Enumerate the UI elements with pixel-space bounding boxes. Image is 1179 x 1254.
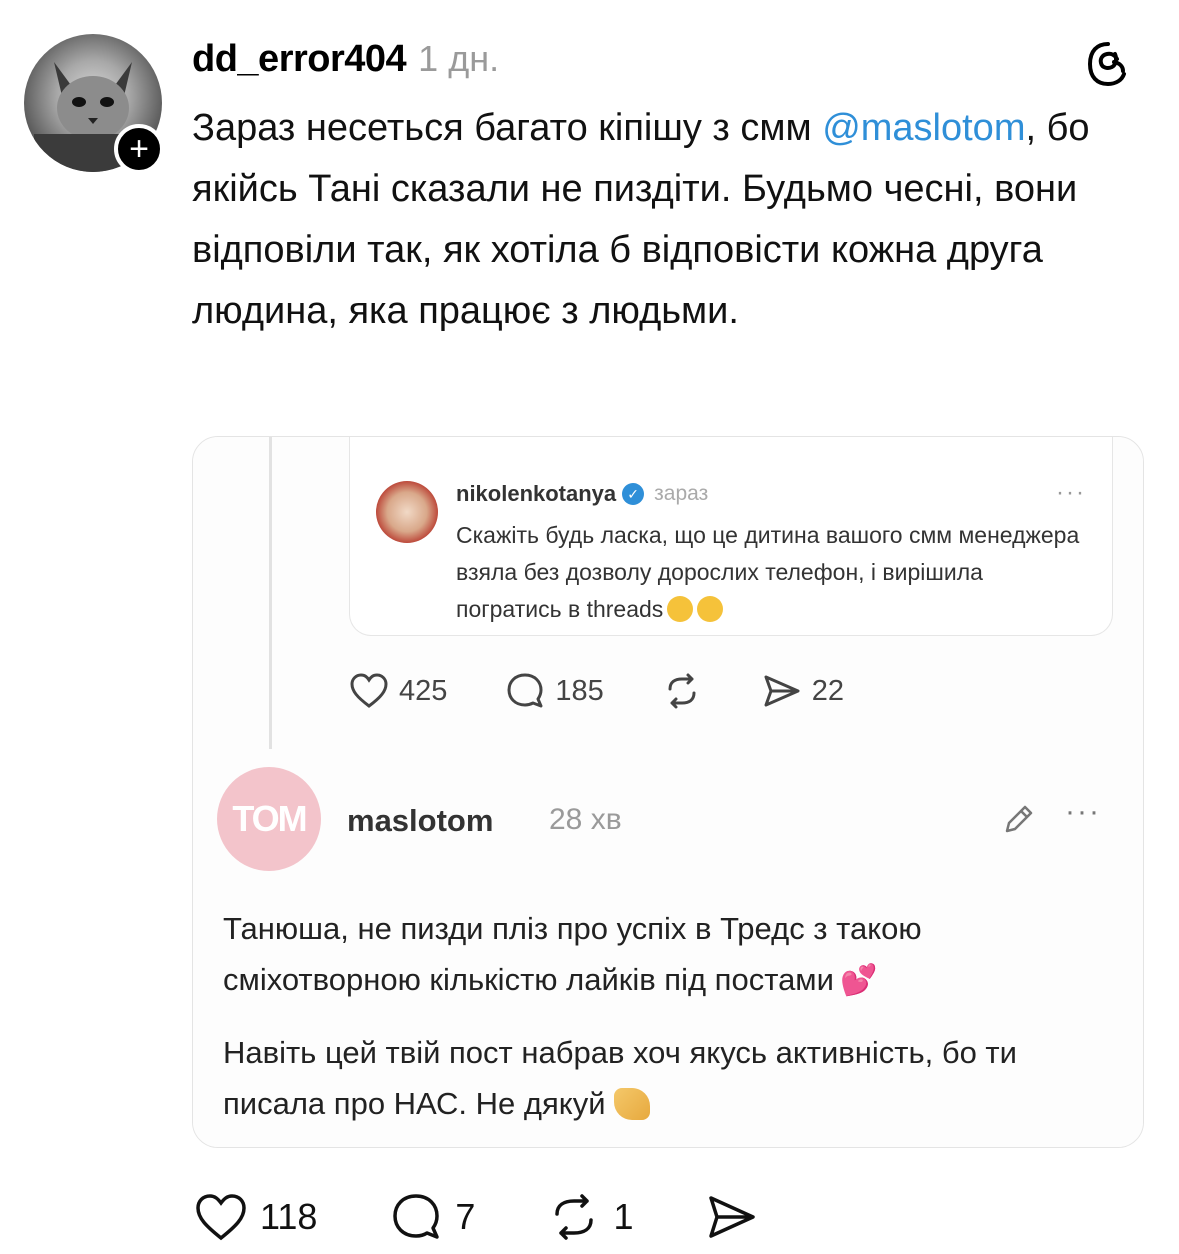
reply-text-1: Танюша, не пизди пліз про успіх в Тредс … [223, 903, 1103, 1006]
quoted-text: Скажіть будь ласка, що це дитина вашого … [456, 517, 1086, 628]
reply-button[interactable]: 7 [387, 1188, 475, 1246]
repost-count: 1 [613, 1196, 634, 1237]
heart-icon [196, 1194, 246, 1241]
embedded-screenshot-background: nikolenkotanya ✓ зараз ··· Скажіть будь … [193, 437, 1143, 1147]
post-actions: 118 7 1 [192, 1188, 831, 1246]
more-icon: ··· [1056, 479, 1086, 506]
heart-icon [350, 673, 388, 708]
quoted-share: 22 [760, 669, 844, 713]
follow-button[interactable]: + [114, 124, 164, 174]
post-time: 1 дн. [418, 38, 500, 79]
quoted-repost [660, 669, 704, 713]
thread-line [269, 437, 272, 749]
share-icon [709, 1196, 756, 1238]
plus-icon: + [129, 130, 149, 168]
reply-username: maslotom [347, 803, 494, 838]
post-username[interactable]: dd_error404 [192, 38, 407, 81]
shocked-emoji [667, 596, 694, 622]
quoted-time: зараз [654, 482, 709, 505]
reply-avatar: TOM [217, 767, 321, 871]
share-button[interactable] [703, 1188, 761, 1246]
quoted-actions: 425 185 22 [347, 669, 900, 713]
comment-icon [393, 1194, 440, 1239]
quoted-text-body: Скажіть будь ласка, що це дитина вашого … [456, 522, 1080, 622]
reply-text-1-body: Танюша, не пизди пліз про успіх в Тредс … [223, 911, 922, 997]
quoted-username: nikolenkotanya [456, 481, 617, 506]
quoted-share-count: 22 [811, 674, 845, 707]
like-count: 118 [260, 1196, 318, 1237]
threads-logo-icon[interactable] [1084, 40, 1132, 88]
embedded-screenshot[interactable]: nikolenkotanya ✓ зараз ··· Скажіть будь … [192, 436, 1144, 1148]
mention-link[interactable]: @maslotom [822, 107, 1025, 149]
repost-icon [555, 1194, 594, 1240]
reply-text-2: Навіть цей твій пост набрав хоч якусь ак… [223, 1027, 1103, 1129]
more-icon: ··· [1065, 795, 1101, 828]
quoted-like-count: 425 [399, 674, 448, 707]
comment-icon [507, 673, 543, 708]
verified-icon: ✓ [622, 483, 645, 505]
share-icon [764, 675, 800, 707]
reply-count: 7 [455, 1196, 476, 1237]
quoted-avatar [376, 481, 438, 543]
quoted-header: nikolenkotanya ✓ зараз [456, 481, 708, 507]
post-header: dd_error404 1 дн. [192, 38, 499, 81]
edit-icon [1005, 805, 1033, 833]
quoted-like: 425 [347, 669, 447, 713]
quoted-post: nikolenkotanya ✓ зараз ··· Скажіть будь … [349, 437, 1113, 636]
shocked-emoji [697, 596, 724, 622]
quoted-reply-count: 185 [555, 674, 604, 707]
post-text-part1: Зараз несеться багато кіпішу з смм [192, 107, 812, 149]
repost-button[interactable]: 1 [545, 1188, 633, 1246]
reply-time: 28 хв [549, 803, 622, 836]
hearts-emoji: 💕 [839, 964, 878, 997]
nail-polish-emoji [613, 1088, 650, 1120]
quoted-reply: 185 [503, 669, 604, 713]
post-text: Зараз несеться багато кіпішу з смм @masl… [192, 98, 1152, 342]
like-button[interactable]: 118 [192, 1188, 317, 1246]
repost-icon [668, 673, 696, 709]
